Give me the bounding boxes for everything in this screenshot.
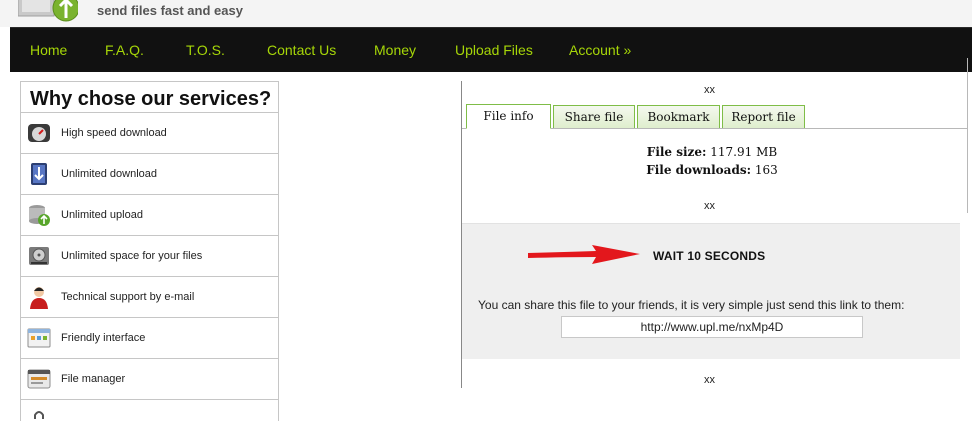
features-panel: Why chose our services? High speed downl… [20,81,279,421]
feature-label: Unlimited download [61,168,157,180]
feature-label: Technical support by e-mail [61,291,195,303]
tab-file-info[interactable]: File info [466,104,551,129]
lock-icon [34,411,44,419]
feature-item: Unlimited upload [21,195,278,236]
nav-upload-files[interactable]: Upload Files [455,42,533,58]
tab-share-file[interactable]: Share file [553,105,635,128]
feature-label: Friendly interface [61,332,146,344]
support-person-icon [30,287,48,309]
nav-tos[interactable]: T.O.S. [186,42,225,58]
ad-placeholder-top: xx [704,84,715,96]
file-downloads-value: 163 [754,163,778,177]
site-tagline: send files fast and easy [97,3,243,18]
feature-item: Unlimited space for your files [21,236,278,277]
feature-item: Friendly interface [21,318,278,359]
feature-item: Unlimited download [21,154,278,195]
feature-item: High speed download [21,113,278,154]
file-manager-icon [27,369,51,389]
nav-account[interactable]: Account » [569,42,631,58]
feature-label: File manager [61,373,126,385]
nav-money[interactable]: Money [374,42,416,58]
speedometer-icon [28,124,50,142]
feature-item [21,400,278,441]
features-title: Why chose our services? [21,82,278,113]
tab-report-file[interactable]: Report file [722,105,805,128]
feature-item: File manager [21,359,278,400]
nav-contact-us[interactable]: Contact Us [267,42,336,58]
share-link-input[interactable] [561,316,863,338]
main-nav: Home F.A.Q. T.O.S. Contact Us Money Uplo… [10,27,972,72]
wait-countdown: WAIT 10 SECONDS [653,249,766,263]
tab-bookmark[interactable]: Bookmark [637,105,720,128]
site-header: send files fast and easy [0,0,972,27]
feature-label: Unlimited space for your files [61,250,203,262]
nav-home[interactable]: Home [30,42,67,58]
nav-faq[interactable]: F.A.Q. [105,42,144,58]
file-size-value: 117.91 MB [710,145,778,159]
file-downloads-row: File downloads: 163 [462,163,962,177]
file-size-row: File size: 117.91 MB [462,145,962,159]
feature-label: Unlimited upload [61,209,143,221]
logo-icon[interactable] [18,0,78,22]
feature-label: High speed download [61,127,167,139]
file-downloads-label: File downloads: [646,163,752,177]
share-instructions: You can share this file to your friends,… [478,298,905,312]
red-arrow-icon [528,245,640,264]
ad-placeholder-mid: xx [704,200,715,212]
upload-database-icon [29,205,50,226]
window-interface-icon [27,328,51,348]
hard-drive-icon [29,247,49,265]
panel-divider [967,58,968,213]
download-arrow-icon [31,163,47,185]
ad-placeholder-bottom: xx [704,374,715,386]
file-size-label: File size: [646,145,707,159]
download-wait-box: WAIT 10 SECONDS You can share this file … [462,223,960,359]
feature-item: Technical support by e-mail [21,277,278,318]
